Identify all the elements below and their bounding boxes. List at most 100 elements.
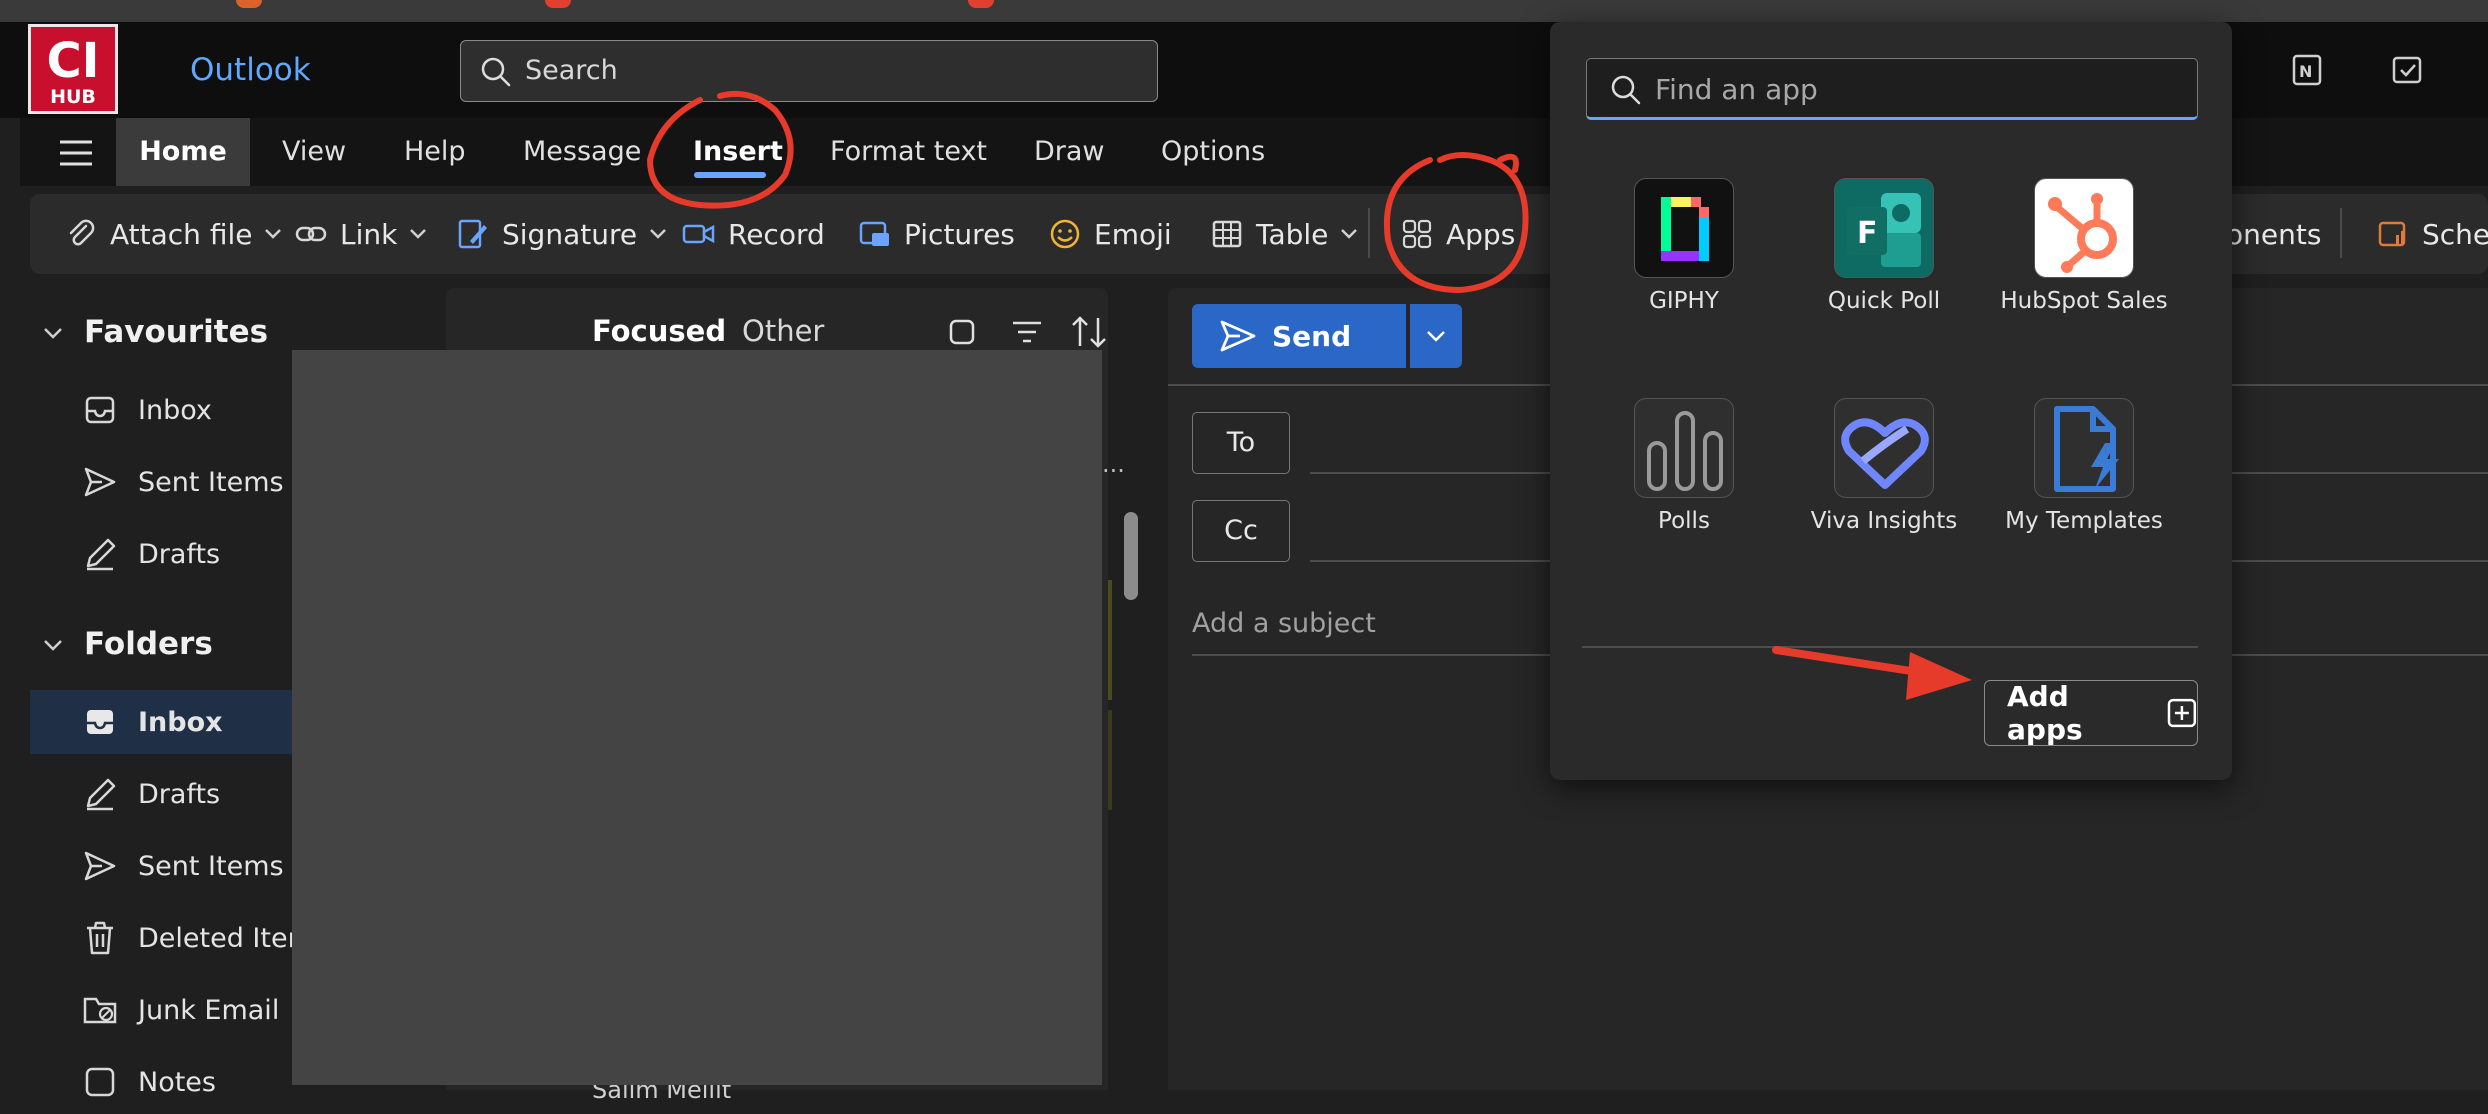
browser-tab-icon [968,0,994,8]
tab-other[interactable]: Other [742,314,824,348]
tab-draw[interactable]: Draw [1034,118,1105,186]
more-options[interactable]: ... [1102,450,1125,478]
select-icon[interactable] [946,316,978,348]
send-label: Send [1272,319,1352,353]
table-button[interactable]: Table [1210,212,1358,256]
sidebar-item-label: Sent Items [138,466,284,498]
app-label[interactable]: Polls [1574,508,1794,534]
apps-label: Apps [1446,217,1516,251]
flyout-divider [1582,646,2198,648]
tab-focused[interactable]: Focused [592,314,726,348]
record-label: Record [728,217,825,251]
app-label[interactable]: HubSpot Sales [1974,288,2194,314]
logo-text: CI [46,33,100,89]
picture-icon [859,221,889,246]
viva-insights-icon[interactable] [1834,398,1934,498]
onenote-icon[interactable]: N [2290,52,2326,88]
sidebar-item-label: Deleted Item [138,922,314,954]
cc-button[interactable]: Cc [1192,500,1290,562]
add-apps-button[interactable]: Add apps [1984,680,2198,746]
trash-icon [87,921,113,955]
hubspot-sales-icon[interactable] [2034,178,2134,278]
record-button[interactable]: Record [682,212,825,256]
calendar-icon [2378,221,2406,247]
svg-text:N: N [2299,62,2312,81]
scrollbar-thumb[interactable] [1124,512,1138,600]
search-icon [481,57,511,87]
pictures-button[interactable]: Pictures [858,212,1015,256]
search-input[interactable]: Search [460,40,1158,102]
todo-icon[interactable] [2390,52,2426,88]
paperclip-icon [69,219,95,246]
tab-message[interactable]: Message [523,118,641,186]
emoji-icon [1050,219,1080,249]
my-templates-icon[interactable] [2034,398,2134,498]
plus-square-icon [2167,698,2197,728]
active-tab-indicator [694,172,766,178]
components-button[interactable]: onents [2226,212,2321,256]
sidebar-item-label: Inbox [138,706,223,738]
hamburger-menu-icon[interactable] [58,138,94,168]
chevron-down-icon[interactable] [42,326,64,342]
filter-icon[interactable] [1010,316,1044,348]
send-icon [1220,320,1256,352]
add-apps-label: Add apps [2007,680,2083,746]
signature-button[interactable]: Signature [456,212,667,256]
attach-file-button[interactable]: Attach file [64,212,282,256]
pencil-icon [86,778,116,811]
row-marker [1108,710,1112,810]
tab-format-text[interactable]: Format text [830,118,987,186]
chevron-down-icon[interactable] [409,228,427,240]
sort-icon[interactable] [1070,314,1110,350]
send-options-button[interactable] [1410,304,1462,368]
chevron-down-icon[interactable] [264,228,282,240]
chevron-down-icon[interactable] [1340,228,1358,240]
svg-text:F: F [1857,216,1878,251]
video-camera-icon [682,224,715,244]
table-label: Table [1256,217,1329,251]
polls-icon[interactable] [1634,398,1734,498]
sidebar-item-label: Sent Items [138,850,284,882]
sidebar-item-label: Drafts [138,778,221,810]
send-icon [84,467,116,497]
app-label[interactable]: GIPHY [1574,288,1794,314]
schedule-button[interactable]: Sched [2376,212,2488,256]
chevron-down-icon[interactable] [42,638,64,654]
apps-button[interactable]: Apps [1400,212,1515,256]
emoji-button[interactable]: Emoji [1048,212,1172,256]
table-icon [1212,220,1242,248]
send-button[interactable]: Send [1192,304,1406,368]
app-label[interactable]: Quick Poll [1774,288,1994,314]
tab-help[interactable]: Help [404,118,466,186]
ci-hub-logo[interactable]: CI HUB [28,24,118,114]
link-icon [295,226,327,242]
components-label: onents [2226,217,2322,251]
attach-file-label: Attach file [110,217,253,251]
chevron-down-icon [1427,331,1445,342]
search-icon [1611,75,1641,105]
to-button[interactable]: To [1192,412,1290,474]
tab-view[interactable]: View [282,118,346,186]
inbox-icon [87,710,113,734]
sidebar-item-label: Notes [138,1066,216,1098]
pictures-label: Pictures [904,217,1015,251]
app-label[interactable]: My Templates [1974,508,2194,534]
giphy-icon[interactable] [1634,178,1734,278]
subject-input[interactable]: Add a subject [1192,608,1376,639]
tab-home[interactable]: Home [116,118,250,186]
chevron-down-icon[interactable] [649,228,667,240]
toolbar-divider [1368,208,1370,258]
link-button[interactable]: Link [294,212,427,256]
tab-options[interactable]: Options [1161,118,1265,186]
sidebar-item-label: Junk Email [138,994,280,1026]
find-app-input[interactable]: Find an app [1586,58,2198,120]
app-label[interactable]: Viva Insights [1774,508,1994,534]
sidebar-item-label: Drafts [138,538,221,570]
sidebar-item-label: Inbox [138,394,212,426]
signature-icon [458,219,487,249]
favourites-header[interactable]: Favourites [84,314,268,350]
browser-bar [0,0,2488,22]
folders-header[interactable]: Folders [84,626,213,662]
quick-poll-icon[interactable]: F [1834,178,1934,278]
app-title[interactable]: Outlook [190,52,311,88]
